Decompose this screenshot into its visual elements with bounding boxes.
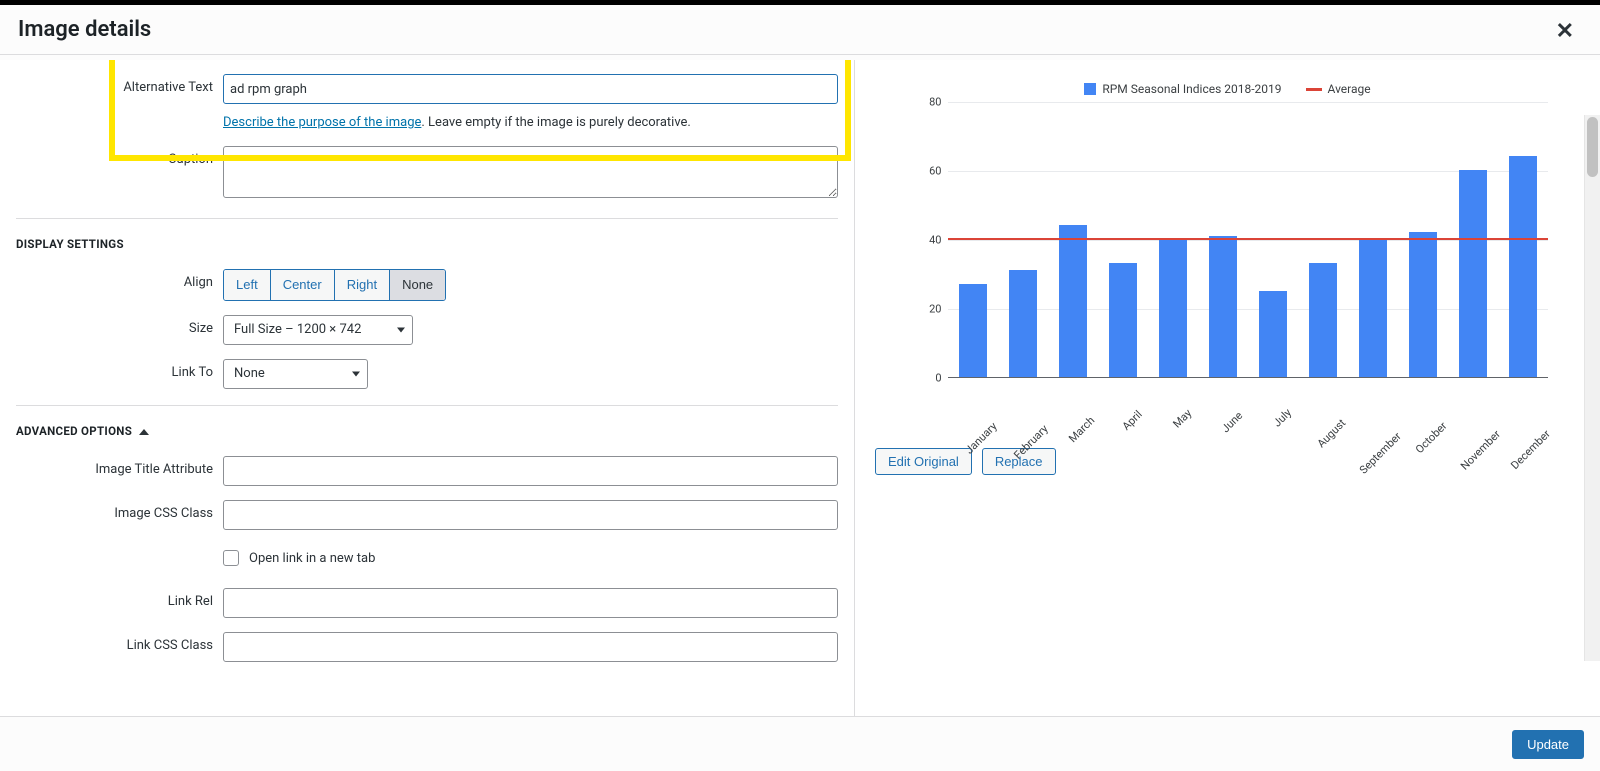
caption-input[interactable] xyxy=(223,146,838,198)
alt-text-help-row: Describe the purpose of the image. Leave… xyxy=(16,108,838,132)
alt-text-value-selected: ad rpm graph xyxy=(230,82,307,97)
scrollbar-thumb[interactable] xyxy=(1587,117,1598,177)
chart-y-axis: 020406080 xyxy=(908,102,948,378)
chart-average-line xyxy=(948,238,1548,240)
gridline xyxy=(948,102,1548,103)
gridline xyxy=(948,240,1548,241)
align-label: Align xyxy=(16,269,223,297)
linkto-label: Link To xyxy=(16,359,223,387)
align-option-center[interactable]: Center xyxy=(271,270,335,300)
linkto-select[interactable]: None xyxy=(223,359,368,389)
linkto-row: Link To None xyxy=(16,359,838,389)
x-label: June xyxy=(1219,409,1259,449)
chart-bar xyxy=(1159,239,1187,377)
newtab-label: Open link in a new tab xyxy=(249,551,375,566)
caret-up-icon xyxy=(139,429,149,435)
x-label: April xyxy=(1119,408,1157,446)
legend-swatch-line xyxy=(1306,88,1322,91)
alt-text-label: Alternative Text xyxy=(16,74,223,102)
y-tick: 40 xyxy=(929,234,941,247)
chart-bar xyxy=(1259,291,1287,377)
caption-label: Caption xyxy=(16,146,223,174)
chart-bar xyxy=(1109,263,1137,377)
chart-legend: RPM Seasonal Indices 2018-2019 Average xyxy=(908,82,1548,96)
legend-label-series: RPM Seasonal Indices 2018-2019 xyxy=(1102,82,1281,96)
chart-plot: 020406080 JanuaryFebruaryMarchAprilMayJu… xyxy=(948,102,1548,402)
alt-text-help: Describe the purpose of the image. Leave… xyxy=(223,108,691,132)
y-tick: 0 xyxy=(935,372,941,385)
x-label: July xyxy=(1270,406,1307,443)
newtab-checkbox-row[interactable]: Open link in a new tab xyxy=(223,550,838,566)
chart-bar xyxy=(1359,239,1387,377)
alt-text-help-link[interactable]: Describe the purpose of the image xyxy=(223,115,421,130)
chart-bar xyxy=(1009,270,1037,377)
chart-bar xyxy=(1309,263,1337,377)
edit-original-button[interactable]: Edit Original xyxy=(875,448,972,475)
css-class-label: Image CSS Class xyxy=(16,500,223,528)
chart-bar xyxy=(1509,156,1537,377)
gridline xyxy=(948,309,1548,310)
chart-bar xyxy=(1459,170,1487,377)
align-button-group: LeftCenterRightNone xyxy=(223,269,446,301)
separator xyxy=(16,405,838,406)
alt-text-help-rest: . Leave empty if the image is purely dec… xyxy=(421,115,690,130)
caption-row: Caption xyxy=(16,146,838,202)
link-css-input[interactable] xyxy=(223,632,838,662)
chart-bar xyxy=(1209,236,1237,377)
close-button[interactable]: ✕ xyxy=(1548,13,1582,51)
gridline xyxy=(948,171,1548,172)
display-settings-heading: DISPLAY SETTINGS xyxy=(16,237,838,251)
legend-swatch-bar xyxy=(1084,83,1096,95)
size-label: Size xyxy=(16,315,223,343)
preview-pane: RPM Seasonal Indices 2018-2019Average 02… xyxy=(855,60,1600,716)
x-label: May xyxy=(1170,407,1207,444)
newtab-row: Open link in a new tab xyxy=(16,544,838,584)
basic-section: Alternative Text ad rpm graph Describe t… xyxy=(16,60,838,202)
title-attr-row: Image Title Attribute xyxy=(16,456,838,486)
modal-footer: Update xyxy=(0,716,1600,771)
update-button[interactable]: Update xyxy=(1512,730,1584,759)
align-option-none[interactable]: None xyxy=(390,270,445,300)
chart-bar xyxy=(1059,225,1087,377)
align-row: Align LeftCenterRightNone xyxy=(16,269,838,301)
advanced-options-heading[interactable]: ADVANCED OPTIONS xyxy=(16,424,838,438)
link-rel-input[interactable] xyxy=(223,588,838,618)
size-select[interactable]: Full Size – 1200 × 742 xyxy=(223,315,413,345)
title-attr-label: Image Title Attribute xyxy=(16,456,223,484)
chart-bar xyxy=(1409,232,1437,377)
link-rel-row: Link Rel xyxy=(16,588,838,618)
y-tick: 60 xyxy=(929,165,941,178)
chart-x-labels: JanuaryFebruaryMarchAprilMayJuneJulyAugu… xyxy=(948,382,1548,442)
settings-pane: Alternative Text ad rpm graph Describe t… xyxy=(0,60,855,716)
x-label: December xyxy=(1508,427,1566,485)
alt-text-input[interactable]: ad rpm graph xyxy=(223,74,838,104)
link-css-label: Link CSS Class xyxy=(16,632,223,660)
chart-bars-area xyxy=(948,102,1548,378)
chart-bar xyxy=(959,284,987,377)
modal-title: Image details xyxy=(18,5,151,55)
y-tick: 80 xyxy=(929,96,941,109)
newtab-checkbox[interactable] xyxy=(223,550,239,566)
size-row: Size Full Size – 1200 × 742 xyxy=(16,315,838,345)
x-label: September xyxy=(1356,430,1416,490)
align-option-right[interactable]: Right xyxy=(335,270,390,300)
link-rel-label: Link Rel xyxy=(16,588,223,616)
modal-header: Image details ✕ xyxy=(0,5,1600,55)
chart-preview: RPM Seasonal Indices 2018-2019Average 02… xyxy=(908,82,1548,402)
css-class-input[interactable] xyxy=(223,500,838,530)
modal-body: Alternative Text ad rpm graph Describe t… xyxy=(0,60,1600,716)
link-css-row: Link CSS Class xyxy=(16,632,838,662)
title-attr-input[interactable] xyxy=(223,456,838,486)
css-class-row: Image CSS Class xyxy=(16,500,838,530)
y-tick: 20 xyxy=(929,303,941,316)
align-option-left[interactable]: Left xyxy=(224,270,271,300)
x-label: November xyxy=(1458,428,1516,486)
legend-label-average: Average xyxy=(1328,82,1371,96)
scrollbar[interactable] xyxy=(1584,115,1600,661)
image-details-modal: Image details ✕ Alternative Text ad rpm … xyxy=(0,5,1600,771)
separator xyxy=(16,218,838,219)
alt-text-row: Alternative Text ad rpm graph xyxy=(16,74,838,104)
advanced-options-label: ADVANCED OPTIONS xyxy=(16,424,132,438)
